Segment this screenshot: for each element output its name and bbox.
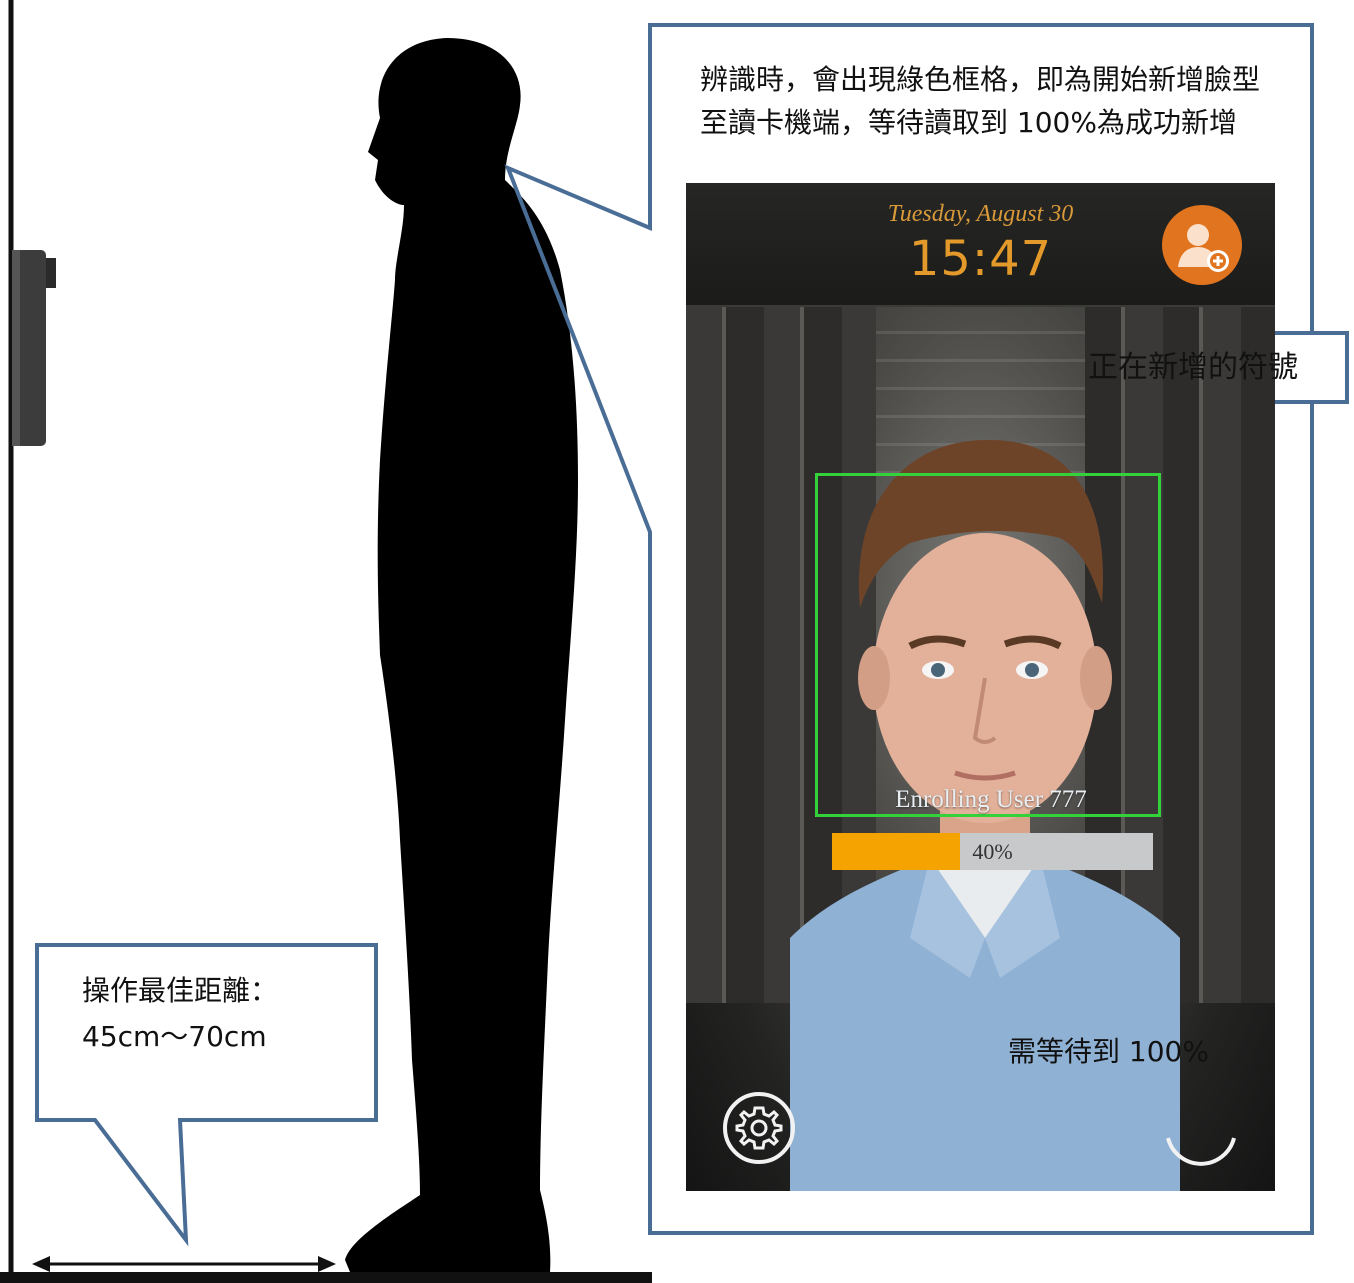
distance-callout-text: 操作最佳距離： 45cm～70cm	[82, 968, 278, 1060]
face-detection-box	[815, 473, 1161, 817]
main-callout-line2: 至讀卡機端，等待讀取到 100%為成功新增	[700, 106, 1237, 140]
enroll-status-label: Enrolling User 777	[895, 786, 1087, 813]
symbol-callout-text: 正在新增的符號	[1088, 350, 1298, 385]
user-add-icon-graphic	[1178, 224, 1229, 272]
partial-button[interactable]	[1164, 1128, 1238, 1178]
screen-header: Tuesday, August 30 15:47	[686, 183, 1275, 307]
distance-callout-line2: 45cm～70cm	[82, 1020, 267, 1054]
enroll-progress-bar: 40%	[832, 833, 1153, 870]
user-add-icon[interactable]	[1162, 205, 1242, 285]
progress-label: 40%	[972, 839, 1013, 864]
wait-callout-text: 需等待到 100%	[1008, 1035, 1209, 1068]
gear-icon[interactable]	[722, 1091, 796, 1165]
distance-callout-line1: 操作最佳距離：	[82, 974, 279, 1007]
main-callout-line1: 辨識時，會出現綠色框格，即為開始新增臉型	[700, 63, 1261, 96]
main-callout-text: 辨識時，會出現綠色框格，即為開始新增臉型 至讀卡機端，等待讀取到 100%為成功…	[700, 58, 1300, 145]
